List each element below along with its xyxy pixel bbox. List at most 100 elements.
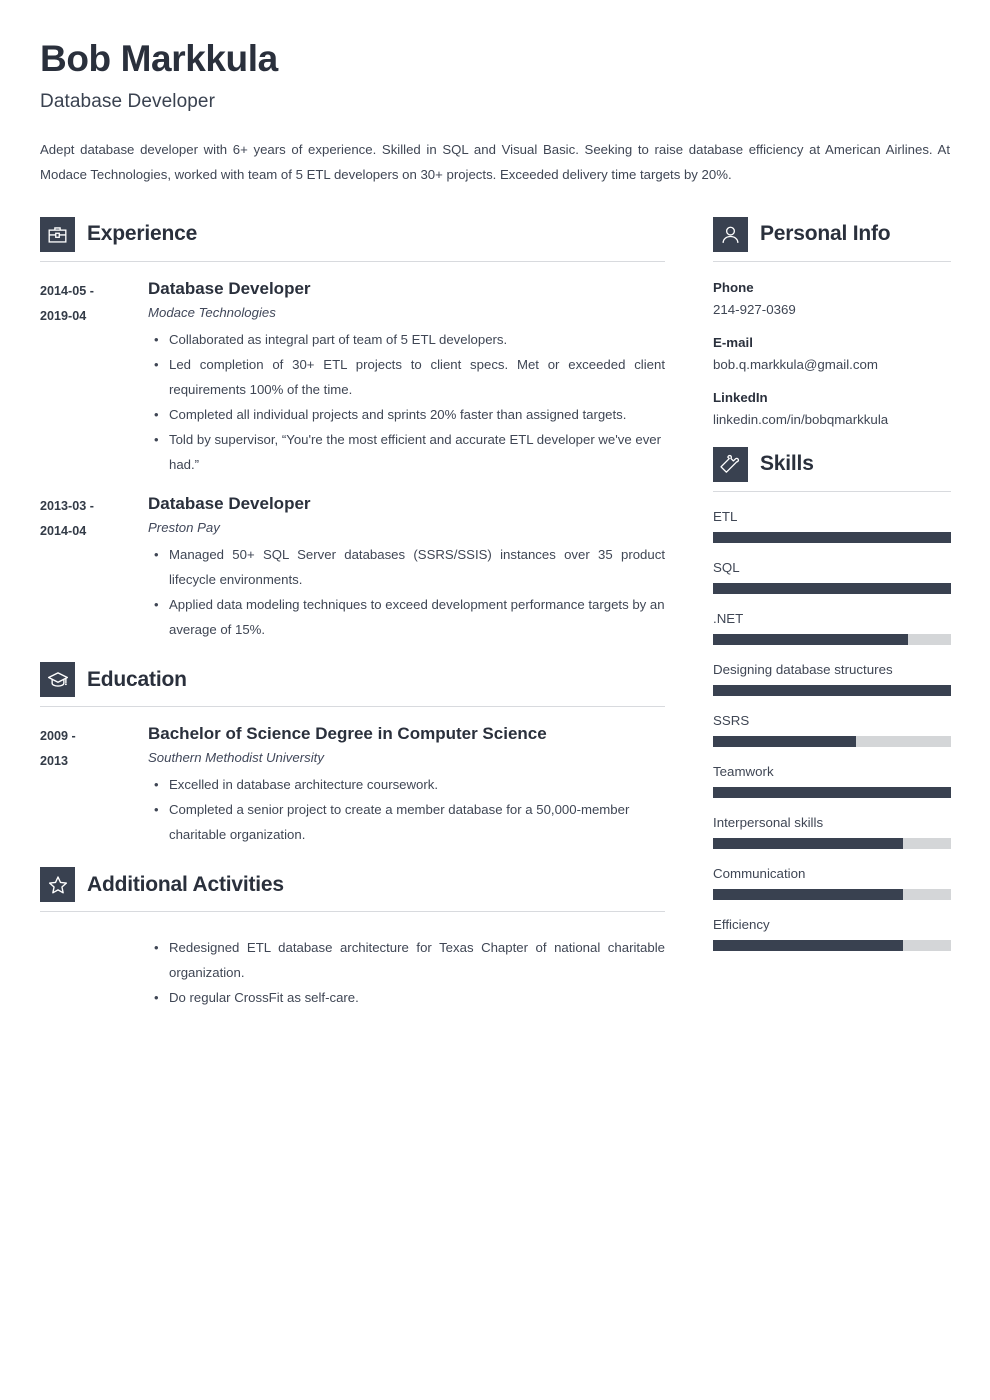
skill-item: SSRS [713, 713, 951, 747]
skill-bar-fill [713, 837, 904, 849]
entry-school: Southern Methodist University [148, 750, 324, 766]
section-additional-activities: Additional Activities Redesigned ETL dat… [40, 867, 665, 1010]
skill-item: Efficiency [713, 917, 951, 951]
personal-info-item-phone: Phone 214-927-0369 [713, 280, 951, 317]
section-header-skills: Skills [713, 446, 951, 482]
info-value[interactable]: bob.q.markkula@gmail.com [713, 357, 951, 372]
entry-role: Database Developer [148, 493, 311, 513]
skill-item: Teamwork [713, 764, 951, 798]
experience-entry: 2013-03 -2014-04 Database Developer Pres… [40, 493, 665, 642]
skill-bar-fill [713, 633, 909, 645]
puzzle-piece-icon [713, 446, 748, 482]
skill-label: Efficiency [713, 916, 770, 932]
entry-dates: 2009 -2013 [40, 729, 76, 769]
info-value[interactable]: linkedin.com/in/bobqmarkkula [713, 412, 951, 427]
body-columns: Experience 2014-05 -2019-04 Database Dev… [40, 216, 951, 1017]
skill-bar [713, 684, 951, 696]
skill-label: ETL [713, 508, 738, 524]
entry-bullets: Managed 50+ SQL Server databases (SSRS/S… [148, 542, 665, 642]
entry-degree: Bachelor of Science Degree in Computer S… [148, 724, 547, 744]
skill-bar-fill [713, 939, 904, 951]
skill-bar-fill [713, 888, 904, 900]
resume-page: Bob Markkula Database Developer Adept da… [0, 0, 990, 1400]
skill-bar [713, 786, 951, 798]
skill-bar-fill [713, 582, 951, 594]
personal-info-item-linkedin: LinkedIn linkedin.com/in/bobqmarkkula [713, 390, 951, 427]
entry-dates: 2014-05 -2019-04 [40, 283, 94, 323]
star-icon [40, 867, 75, 903]
section-title-education: Education [87, 667, 187, 691]
list-item: Collaborated as integral part of team of… [148, 327, 665, 352]
list-item: Redesigned ETL database architecture for… [148, 935, 665, 985]
skill-bar-fill [713, 735, 856, 747]
list-item: Led completion of 30+ ETL projects to cl… [148, 352, 665, 402]
section-header-education: Education [40, 662, 665, 698]
skill-label: Communication [713, 865, 806, 881]
personal-info-item-email: E-mail bob.q.markkula@gmail.com [713, 335, 951, 372]
info-label: LinkedIn [713, 389, 768, 405]
skill-bar [713, 735, 951, 747]
skill-bar [713, 531, 951, 543]
entry-dates-empty [40, 928, 148, 1010]
info-value[interactable]: 214-927-0369 [713, 302, 951, 317]
section-divider [40, 911, 665, 913]
skill-label: .NET [713, 610, 744, 626]
skill-bar [713, 888, 951, 900]
section-divider [713, 260, 951, 262]
skill-bar-fill [713, 531, 951, 543]
resume-header: Bob Markkula Database Developer Adept da… [40, 38, 950, 187]
skill-label: SSRS [713, 712, 750, 728]
entry-organization: Preston Pay [148, 520, 220, 536]
list-item: Managed 50+ SQL Server databases (SSRS/S… [148, 542, 665, 592]
skill-label: Designing database structures [713, 661, 893, 677]
list-item: Do regular CrossFit as self-care. [148, 985, 665, 1010]
graduation-cap-icon [40, 662, 75, 698]
skill-item: .NET [713, 611, 951, 645]
info-label: E-mail [713, 334, 753, 350]
section-header-additional-activities: Additional Activities [40, 867, 665, 903]
entry-role: Database Developer [148, 278, 311, 298]
skill-bar [713, 582, 951, 594]
section-header-personal-info: Personal Info [713, 216, 951, 252]
info-label: Phone [713, 279, 754, 295]
entry-dates: 2013-03 -2014-04 [40, 498, 94, 538]
person-icon [713, 216, 748, 252]
section-title-experience: Experience [87, 222, 198, 246]
skill-item: Designing database structures [713, 662, 951, 696]
skill-bar-fill [713, 684, 951, 696]
job-title: Database Developer [40, 90, 216, 112]
list-item: Completed a senior project to create a m… [148, 797, 665, 847]
list-item: Applied data modeling techniques to exce… [148, 592, 665, 642]
entry-body: Redesigned ETL database architecture for… [148, 928, 665, 1010]
section-experience: Experience 2014-05 -2019-04 Database Dev… [40, 216, 665, 643]
section-education: Education 2009 -2013 Bachelor of Science… [40, 662, 665, 847]
skill-item: Interpersonal skills [713, 815, 951, 849]
skill-bar-fill [713, 786, 951, 798]
page-title: Bob Markkula [40, 38, 278, 79]
entry-body: Database Developer Preston Pay Managed 5… [148, 493, 665, 642]
skill-label: Teamwork [713, 763, 774, 779]
skill-item: Communication [713, 866, 951, 900]
professional-summary: Adept database developer with 6+ years o… [40, 141, 950, 182]
section-title-additional-activities: Additional Activities [87, 872, 284, 896]
section-divider [40, 260, 665, 262]
section-title-personal-info: Personal Info [760, 222, 891, 246]
section-personal-info: Personal Info Phone 214-927-0369 E-mail … [713, 216, 951, 427]
section-header-experience: Experience [40, 216, 665, 252]
skill-item: SQL [713, 560, 951, 594]
skill-bar [713, 837, 951, 849]
list-item: Completed all individual projects and sp… [148, 402, 665, 427]
list-item: Told by supervisor, “You're the most eff… [148, 427, 665, 477]
skill-item: ETL [713, 509, 951, 543]
entry-organization: Modace Technologies [148, 304, 276, 320]
activities-entry: Redesigned ETL database architecture for… [40, 928, 665, 1010]
section-title-skills: Skills [760, 452, 814, 476]
experience-entry: 2014-05 -2019-04 Database Developer Moda… [40, 278, 665, 477]
skill-bar [713, 939, 951, 951]
section-divider [713, 490, 951, 492]
section-skills: Skills ETL SQL .NET Designing database s… [713, 446, 951, 951]
left-column: Experience 2014-05 -2019-04 Database Dev… [40, 216, 675, 1017]
briefcase-icon [40, 216, 75, 252]
education-entry: 2009 -2013 Bachelor of Science Degree in… [40, 723, 665, 847]
skill-label: SQL [713, 559, 740, 575]
